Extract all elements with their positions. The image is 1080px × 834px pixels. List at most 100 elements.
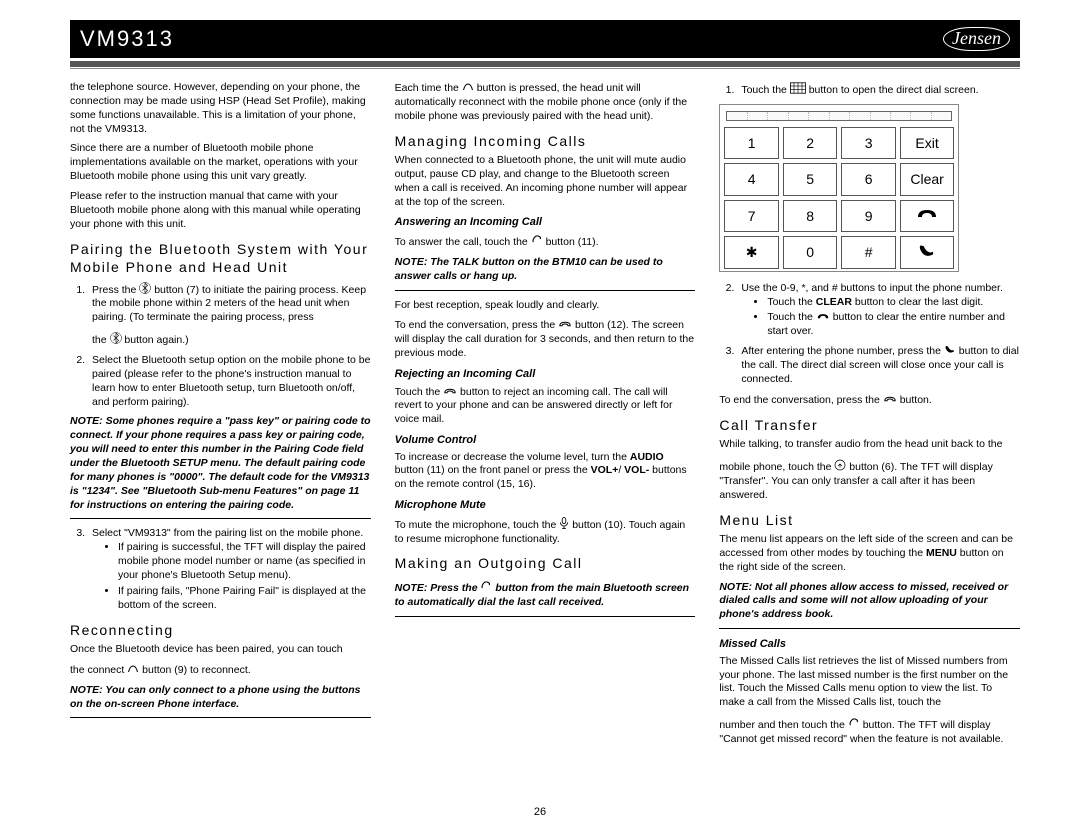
note-rule [395,290,696,291]
subheading-rejecting: Rejecting an Incoming Call [395,367,696,382]
key-1[interactable]: 1 [724,127,779,159]
key-9[interactable]: 9 [841,200,896,232]
body-text: Touch the button to reject an incoming c… [395,385,696,428]
note-passkey: NOTE: Some phones require a "pass key" o… [70,415,371,512]
dial-steps-cont: Use the 0-9, *, and # buttons to input t… [737,282,1020,387]
list-item: Touch the button to clear the entire num… [767,311,1020,339]
note-talk: NOTE: The TALK button on the BTM10 can b… [395,256,696,284]
heading-transfer: Call Transfer [719,416,1020,434]
heading-reconnecting: Reconnecting [70,621,371,639]
column-1: the telephone source. However, depending… [70,81,371,753]
header-rule-thin [70,68,1020,69]
body-text: While talking, to transfer audio from th… [719,438,1020,452]
answer-icon [848,717,860,734]
body-text: Please refer to the instruction manual t… [70,190,371,232]
body-text: To increase or decrease the volume level… [395,451,696,493]
brand-logo: Jensen [943,27,1010,51]
manual-page: VM9313 Jensen the telephone source. Howe… [0,0,1080,834]
body-text: To end the conversation, press the butto… [395,318,696,361]
list-item: After entering the phone number, press t… [737,343,1020,387]
hangup-icon [443,386,457,401]
call-icon [917,243,937,259]
body-text: To end the conversation, press the butto… [719,393,1020,408]
key-star[interactable]: ✱ [724,236,779,268]
list-item: Press the button (7) to initiate the pai… [88,281,371,348]
hangup-icon [915,207,939,221]
bluetooth-icon [110,332,122,349]
subheading-answering: Answering an Incoming Call [395,215,696,230]
note-rule [395,616,696,617]
note-rule [70,717,371,718]
heading-managing: Managing Incoming Calls [395,132,696,150]
heading-pairing: Pairing the Bluetooth System with Your M… [70,240,371,277]
list-item: Select "VM9313" from the pairing list on… [88,527,371,612]
key-3[interactable]: 3 [841,127,896,159]
direct-dial-screen: 1 2 3 Exit 4 5 6 Clear 7 8 9 ✱ 0 # [719,104,959,272]
header-rule-thick [70,61,1020,67]
list-item: Use the 0-9, *, and # buttons to input t… [737,282,1020,339]
key-call[interactable] [900,236,955,268]
body-text: The Missed Calls list retrieves the list… [719,655,1020,710]
content-columns: the telephone source. However, depending… [70,81,1020,753]
mic-icon [559,517,569,534]
key-2[interactable]: 2 [783,127,838,159]
bluetooth-icon [139,282,151,299]
connect-icon [462,82,474,97]
body-text: mobile phone, touch the button (6). The … [719,458,1020,503]
heading-menulist: Menu List [719,511,1020,529]
note-connect: NOTE: You can only connect to a phone us… [70,684,371,712]
body-text: The menu list appears on the left side o… [719,533,1020,575]
page-header: VM9313 Jensen [70,20,1020,58]
column-3: Touch the button to open the direct dial… [719,81,1020,753]
heading-outgoing: Making an Outgoing Call [395,554,696,572]
note-redial: NOTE: Press the button from the main Blu… [395,579,696,610]
body-text: When connected to a Bluetooth phone, the… [395,154,696,209]
hangup-icon [883,394,897,409]
pairing-steps: Press the button (7) to initiate the pai… [88,281,371,410]
subheading-mic: Microphone Mute [395,498,696,513]
page-number: 26 [0,806,1080,818]
keypad-icon [790,82,806,99]
model-number: VM9313 [80,26,174,52]
key-hash[interactable]: # [841,236,896,268]
key-exit[interactable]: Exit [900,127,955,159]
list-item: Touch the CLEAR button to clear the last… [767,296,1020,310]
dial-steps: Touch the button to open the direct dial… [737,81,1020,98]
list-item: Select the Bluetooth setup option on the… [88,354,371,409]
body-text: Each time the button is pressed, the hea… [395,81,696,124]
subheading-volume: Volume Control [395,433,696,448]
body-text: Once the Bluetooth device has been paire… [70,643,371,657]
hangup-icon [816,312,830,326]
note-rule [70,518,371,519]
key-8[interactable]: 8 [783,200,838,232]
note-phonebook: NOTE: Not all phones allow access to mis… [719,581,1020,623]
body-text: To answer the call, touch the button (11… [395,233,696,250]
dial-display [726,111,952,121]
body-text: number and then touch the button. The TF… [719,716,1020,747]
note-rule [719,628,1020,629]
list-item: If pairing is successful, the TFT will d… [118,541,371,583]
body-text: the telephone source. However, depending… [70,81,371,136]
body-text: Since there are a number of Bluetooth mo… [70,142,371,184]
call-icon [944,344,956,360]
key-hangup[interactable] [900,200,955,232]
answer-icon [480,580,492,597]
key-clear[interactable]: Clear [900,163,955,195]
list-item: Touch the button to open the direct dial… [737,81,1020,98]
body-text: For best reception, speak loudly and cle… [395,299,696,313]
pairing-steps-cont: Select "VM9313" from the pairing list on… [88,527,371,612]
key-6[interactable]: 6 [841,163,896,195]
hangup-icon [558,319,572,334]
key-4[interactable]: 4 [724,163,779,195]
transfer-icon [834,459,846,476]
body-text: To mute the microphone, touch the button… [395,516,696,547]
keypad-grid: 1 2 3 Exit 4 5 6 Clear 7 8 9 ✱ 0 # [724,127,954,269]
column-2: Each time the button is pressed, the hea… [395,81,696,753]
key-5[interactable]: 5 [783,163,838,195]
list-item: If pairing fails, "Phone Pairing Fail" i… [118,585,371,613]
subheading-missed: Missed Calls [719,637,1020,652]
connect-icon [127,664,139,679]
key-0[interactable]: 0 [783,236,838,268]
key-7[interactable]: 7 [724,200,779,232]
body-text: the connect button (9) to reconnect. [70,663,371,678]
